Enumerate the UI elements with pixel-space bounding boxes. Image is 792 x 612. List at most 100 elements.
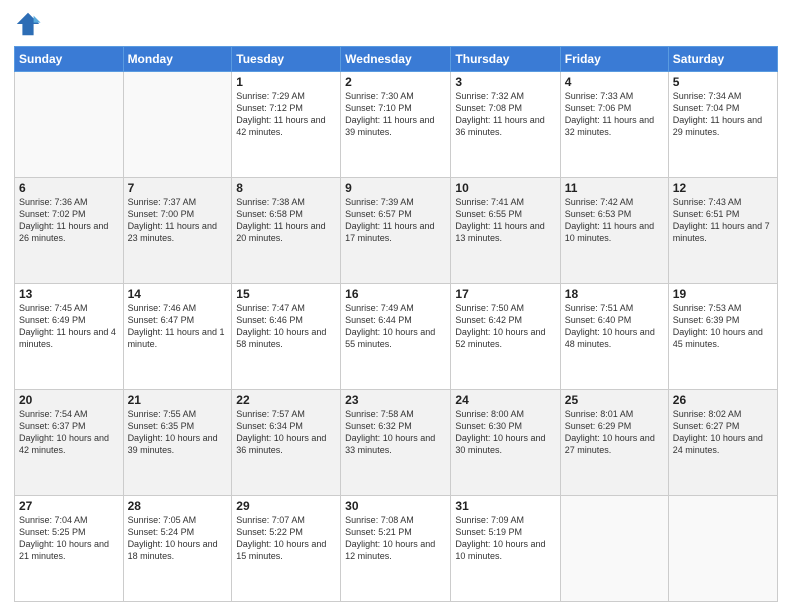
calendar-cell: 10Sunrise: 7:41 AM Sunset: 6:55 PM Dayli… <box>451 178 560 284</box>
calendar-cell: 8Sunrise: 7:38 AM Sunset: 6:58 PM Daylig… <box>232 178 341 284</box>
weekday-header-friday: Friday <box>560 47 668 72</box>
day-info: Sunrise: 7:36 AM Sunset: 7:02 PM Dayligh… <box>19 196 119 245</box>
day-number: 4 <box>565 75 664 89</box>
calendar-cell: 26Sunrise: 8:02 AM Sunset: 6:27 PM Dayli… <box>668 390 777 496</box>
logo <box>14 10 46 38</box>
day-number: 10 <box>455 181 555 195</box>
day-number: 26 <box>673 393 773 407</box>
day-number: 8 <box>236 181 336 195</box>
day-number: 22 <box>236 393 336 407</box>
day-number: 9 <box>345 181 446 195</box>
day-number: 15 <box>236 287 336 301</box>
day-number: 16 <box>345 287 446 301</box>
day-number: 11 <box>565 181 664 195</box>
calendar-cell: 12Sunrise: 7:43 AM Sunset: 6:51 PM Dayli… <box>668 178 777 284</box>
calendar-cell: 16Sunrise: 7:49 AM Sunset: 6:44 PM Dayli… <box>341 284 451 390</box>
calendar-cell: 5Sunrise: 7:34 AM Sunset: 7:04 PM Daylig… <box>668 72 777 178</box>
calendar-cell: 27Sunrise: 7:04 AM Sunset: 5:25 PM Dayli… <box>15 496 124 602</box>
calendar-cell: 29Sunrise: 7:07 AM Sunset: 5:22 PM Dayli… <box>232 496 341 602</box>
weekday-header-sunday: Sunday <box>15 47 124 72</box>
day-number: 30 <box>345 499 446 513</box>
day-info: Sunrise: 7:30 AM Sunset: 7:10 PM Dayligh… <box>345 90 446 139</box>
calendar-table: SundayMondayTuesdayWednesdayThursdayFrid… <box>14 46 778 602</box>
day-info: Sunrise: 8:00 AM Sunset: 6:30 PM Dayligh… <box>455 408 555 457</box>
day-info: Sunrise: 7:42 AM Sunset: 6:53 PM Dayligh… <box>565 196 664 245</box>
calendar-cell: 7Sunrise: 7:37 AM Sunset: 7:00 PM Daylig… <box>123 178 232 284</box>
calendar-cell: 25Sunrise: 8:01 AM Sunset: 6:29 PM Dayli… <box>560 390 668 496</box>
calendar-cell: 28Sunrise: 7:05 AM Sunset: 5:24 PM Dayli… <box>123 496 232 602</box>
weekday-header-monday: Monday <box>123 47 232 72</box>
day-info: Sunrise: 7:05 AM Sunset: 5:24 PM Dayligh… <box>128 514 228 563</box>
day-info: Sunrise: 7:46 AM Sunset: 6:47 PM Dayligh… <box>128 302 228 351</box>
day-number: 29 <box>236 499 336 513</box>
day-info: Sunrise: 7:58 AM Sunset: 6:32 PM Dayligh… <box>345 408 446 457</box>
calendar-cell: 11Sunrise: 7:42 AM Sunset: 6:53 PM Dayli… <box>560 178 668 284</box>
day-info: Sunrise: 7:54 AM Sunset: 6:37 PM Dayligh… <box>19 408 119 457</box>
calendar-cell: 20Sunrise: 7:54 AM Sunset: 6:37 PM Dayli… <box>15 390 124 496</box>
calendar-cell: 4Sunrise: 7:33 AM Sunset: 7:06 PM Daylig… <box>560 72 668 178</box>
calendar-cell: 2Sunrise: 7:30 AM Sunset: 7:10 PM Daylig… <box>341 72 451 178</box>
day-info: Sunrise: 7:47 AM Sunset: 6:46 PM Dayligh… <box>236 302 336 351</box>
calendar-cell: 22Sunrise: 7:57 AM Sunset: 6:34 PM Dayli… <box>232 390 341 496</box>
day-number: 20 <box>19 393 119 407</box>
day-info: Sunrise: 7:53 AM Sunset: 6:39 PM Dayligh… <box>673 302 773 351</box>
day-info: Sunrise: 7:09 AM Sunset: 5:19 PM Dayligh… <box>455 514 555 563</box>
day-info: Sunrise: 7:38 AM Sunset: 6:58 PM Dayligh… <box>236 196 336 245</box>
day-number: 21 <box>128 393 228 407</box>
day-info: Sunrise: 7:39 AM Sunset: 6:57 PM Dayligh… <box>345 196 446 245</box>
calendar-week-3: 13Sunrise: 7:45 AM Sunset: 6:49 PM Dayli… <box>15 284 778 390</box>
calendar-cell <box>560 496 668 602</box>
day-number: 27 <box>19 499 119 513</box>
day-info: Sunrise: 7:51 AM Sunset: 6:40 PM Dayligh… <box>565 302 664 351</box>
calendar-cell: 21Sunrise: 7:55 AM Sunset: 6:35 PM Dayli… <box>123 390 232 496</box>
day-number: 6 <box>19 181 119 195</box>
day-info: Sunrise: 7:08 AM Sunset: 5:21 PM Dayligh… <box>345 514 446 563</box>
day-info: Sunrise: 7:32 AM Sunset: 7:08 PM Dayligh… <box>455 90 555 139</box>
day-number: 31 <box>455 499 555 513</box>
logo-icon <box>14 10 42 38</box>
day-info: Sunrise: 7:34 AM Sunset: 7:04 PM Dayligh… <box>673 90 773 139</box>
calendar-cell <box>668 496 777 602</box>
weekday-header-thursday: Thursday <box>451 47 560 72</box>
day-number: 23 <box>345 393 446 407</box>
day-info: Sunrise: 8:02 AM Sunset: 6:27 PM Dayligh… <box>673 408 773 457</box>
header <box>14 10 778 38</box>
day-number: 19 <box>673 287 773 301</box>
calendar-cell <box>123 72 232 178</box>
calendar-cell: 3Sunrise: 7:32 AM Sunset: 7:08 PM Daylig… <box>451 72 560 178</box>
day-info: Sunrise: 7:37 AM Sunset: 7:00 PM Dayligh… <box>128 196 228 245</box>
day-number: 7 <box>128 181 228 195</box>
day-info: Sunrise: 7:49 AM Sunset: 6:44 PM Dayligh… <box>345 302 446 351</box>
calendar-cell: 14Sunrise: 7:46 AM Sunset: 6:47 PM Dayli… <box>123 284 232 390</box>
calendar-cell: 19Sunrise: 7:53 AM Sunset: 6:39 PM Dayli… <box>668 284 777 390</box>
day-number: 12 <box>673 181 773 195</box>
calendar-cell <box>15 72 124 178</box>
day-number: 13 <box>19 287 119 301</box>
weekday-header-row: SundayMondayTuesdayWednesdayThursdayFrid… <box>15 47 778 72</box>
day-info: Sunrise: 7:43 AM Sunset: 6:51 PM Dayligh… <box>673 196 773 245</box>
day-number: 17 <box>455 287 555 301</box>
day-info: Sunrise: 7:55 AM Sunset: 6:35 PM Dayligh… <box>128 408 228 457</box>
day-info: Sunrise: 7:41 AM Sunset: 6:55 PM Dayligh… <box>455 196 555 245</box>
day-info: Sunrise: 7:57 AM Sunset: 6:34 PM Dayligh… <box>236 408 336 457</box>
calendar-week-4: 20Sunrise: 7:54 AM Sunset: 6:37 PM Dayli… <box>15 390 778 496</box>
day-info: Sunrise: 7:45 AM Sunset: 6:49 PM Dayligh… <box>19 302 119 351</box>
day-info: Sunrise: 7:04 AM Sunset: 5:25 PM Dayligh… <box>19 514 119 563</box>
day-number: 1 <box>236 75 336 89</box>
day-info: Sunrise: 7:33 AM Sunset: 7:06 PM Dayligh… <box>565 90 664 139</box>
day-number: 3 <box>455 75 555 89</box>
calendar-cell: 18Sunrise: 7:51 AM Sunset: 6:40 PM Dayli… <box>560 284 668 390</box>
calendar-week-5: 27Sunrise: 7:04 AM Sunset: 5:25 PM Dayli… <box>15 496 778 602</box>
day-number: 2 <box>345 75 446 89</box>
calendar-cell: 30Sunrise: 7:08 AM Sunset: 5:21 PM Dayli… <box>341 496 451 602</box>
day-info: Sunrise: 7:29 AM Sunset: 7:12 PM Dayligh… <box>236 90 336 139</box>
weekday-header-tuesday: Tuesday <box>232 47 341 72</box>
calendar-week-2: 6Sunrise: 7:36 AM Sunset: 7:02 PM Daylig… <box>15 178 778 284</box>
day-info: Sunrise: 8:01 AM Sunset: 6:29 PM Dayligh… <box>565 408 664 457</box>
calendar-cell: 31Sunrise: 7:09 AM Sunset: 5:19 PM Dayli… <box>451 496 560 602</box>
day-number: 24 <box>455 393 555 407</box>
calendar-cell: 15Sunrise: 7:47 AM Sunset: 6:46 PM Dayli… <box>232 284 341 390</box>
day-number: 25 <box>565 393 664 407</box>
calendar-cell: 23Sunrise: 7:58 AM Sunset: 6:32 PM Dayli… <box>341 390 451 496</box>
calendar-cell: 13Sunrise: 7:45 AM Sunset: 6:49 PM Dayli… <box>15 284 124 390</box>
